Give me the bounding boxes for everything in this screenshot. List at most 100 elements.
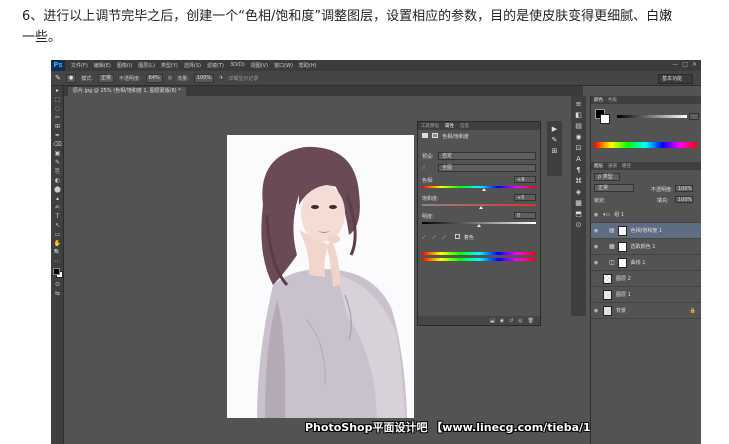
layer-row-hue-saturation[interactable]: ◉ ▤ 色相/饱和度 1 — [591, 223, 701, 239]
close-icon[interactable]: ✕ — [692, 61, 697, 68]
menu-type[interactable]: 类型(Y) — [161, 62, 178, 69]
blur-tool-icon[interactable]: ▴ — [51, 194, 64, 203]
document-canvas[interactable] — [227, 135, 414, 418]
tab-swatches[interactable]: 色板 — [608, 97, 617, 103]
menu-view[interactable]: 视图(V) — [251, 62, 268, 69]
eyedropper-tool-icon[interactable]: ✒ — [51, 131, 64, 140]
marquee-tool-icon[interactable]: ⬚ — [51, 95, 64, 104]
opacity-input[interactable]: 64% — [145, 73, 163, 83]
character-icon[interactable]: A — [576, 155, 581, 163]
adjustments-icon[interactable]: ◧ — [575, 111, 582, 119]
styles-icon[interactable]: ▤ — [575, 122, 582, 130]
layer-mask-thumbnail[interactable] — [617, 241, 627, 252]
colorize-checkbox[interactable] — [455, 234, 461, 239]
menu-3d[interactable]: 3D(D) — [230, 62, 245, 69]
brush-size-picker[interactable]: ● — [65, 73, 77, 83]
flow-input[interactable]: 100% — [193, 73, 215, 83]
eraser-tool-icon[interactable]: ◐ — [51, 176, 64, 185]
more-tools-icon[interactable]: ⋯ — [51, 257, 64, 266]
reset-icon[interactable]: ↺ — [509, 318, 513, 324]
eye-icon[interactable]: ◉ — [591, 228, 601, 234]
menu-layer[interactable]: 图层(L) — [138, 62, 155, 69]
shape-tool-icon[interactable]: ▭ — [51, 230, 64, 239]
background-color-swatch[interactable] — [600, 114, 610, 124]
lasso-tool-icon[interactable]: ◌ — [51, 104, 64, 113]
tab-info[interactable]: 信息 — [460, 123, 469, 129]
layer-opacity-input[interactable]: 100% — [675, 185, 693, 192]
healing-tool-icon[interactable]: ⌫ — [51, 140, 64, 149]
tab-tool-presets[interactable]: 工具预设 — [421, 123, 439, 129]
lightness-slider-knob[interactable] — [477, 224, 481, 227]
gradient-tool-icon[interactable]: ⬤ — [51, 185, 64, 194]
move-tool-icon[interactable]: ▸ — [51, 86, 64, 95]
pen-tool-icon[interactable]: ✍ — [51, 203, 64, 212]
eyedropper-icon[interactable]: ⟋ — [422, 235, 426, 241]
edit-icon[interactable]: ✎ — [552, 136, 558, 144]
layer-row-background[interactable]: ◉ 背景 🔒 — [591, 303, 701, 319]
color-value-input[interactable] — [689, 113, 699, 120]
brush-presets-icon[interactable]: ⌘ — [575, 177, 582, 185]
clone-source-icon[interactable]: ◈ — [576, 188, 581, 196]
eye-icon[interactable]: ◉ — [591, 260, 601, 266]
menu-image[interactable]: 图像(I) — [117, 62, 132, 69]
eye-icon[interactable]: ◉ — [591, 308, 601, 314]
saturation-slider-knob[interactable] — [479, 206, 483, 209]
airbrush-icon[interactable]: ✈ — [219, 75, 223, 81]
tab-properties[interactable]: 属性 — [445, 123, 454, 129]
tab-layers[interactable]: 图层 — [594, 163, 603, 169]
menu-file[interactable]: 文件(F) — [71, 62, 88, 69]
layer-mask-thumbnail[interactable] — [617, 225, 627, 236]
maximize-icon[interactable]: □ — [682, 61, 688, 68]
mask-icon[interactable] — [431, 133, 438, 138]
crop-tool-icon[interactable]: ⊞ — [51, 122, 64, 131]
channel-select[interactable]: 全图 — [438, 164, 536, 172]
layer-row-selective-color[interactable]: ◉ ▦ 选取颜色 1 — [591, 239, 701, 255]
screen-mode-icon[interactable]: ⇆ — [51, 289, 64, 298]
fill-input[interactable]: 100% — [675, 196, 693, 203]
info-icon[interactable]: ⊙ — [576, 221, 582, 229]
delete-icon[interactable]: 🗑 — [528, 318, 534, 324]
tab-paths[interactable]: 路径 — [622, 163, 631, 169]
layer-row-curves[interactable]: ◉ ◫ 曲线 1 — [591, 255, 701, 271]
menu-select[interactable]: 选择(S) — [184, 62, 201, 69]
clone-stamp-tool-icon[interactable]: ✎ — [51, 158, 64, 167]
hue-slider[interactable] — [422, 186, 536, 188]
lightness-input[interactable]: 0 — [514, 212, 536, 219]
smoothing-option[interactable]: 详细显示记录 — [228, 75, 258, 82]
visibility-icon[interactable]: ◎ — [518, 318, 522, 324]
clip-to-layer-icon[interactable]: ⬓ — [490, 318, 495, 324]
eye-icon[interactable]: ◉ — [591, 212, 601, 218]
quick-mask-icon[interactable]: ⊙ — [51, 280, 64, 289]
eye-icon[interactable]: □ — [591, 292, 601, 298]
layer-row-group[interactable]: ◉ ▾▭ 组 1 — [591, 207, 701, 223]
brush-tool-icon[interactable]: ✎ — [55, 74, 61, 82]
play-icon[interactable]: ▶ — [552, 125, 557, 133]
paragraph-icon[interactable]: ¶ — [576, 166, 580, 174]
navigator-icon[interactable]: ◉ — [575, 133, 581, 141]
eyedropper-minus-icon[interactable]: ⟋ — [442, 235, 446, 241]
workspace-select[interactable]: 基本功能 — [657, 74, 693, 84]
actions-icon[interactable]: ⊡ — [576, 144, 582, 152]
eyedropper-plus-icon[interactable]: ⟋ — [432, 235, 436, 241]
layer-row-layer-2[interactable]: □ 图层 2 — [591, 271, 701, 287]
blend-mode-select[interactable]: 正常 — [594, 184, 634, 192]
pressure-opacity-icon[interactable]: ◎ — [168, 75, 172, 81]
path-select-tool-icon[interactable]: ↖ — [51, 221, 64, 230]
quick-select-tool-icon[interactable]: ✂ — [51, 113, 64, 122]
layer-kind-filter[interactable]: ρ 类型 — [594, 173, 620, 181]
history-icon[interactable]: ≡ — [576, 100, 582, 108]
hue-input[interactable]: +9 — [514, 176, 536, 183]
swatches-icon[interactable]: ▦ — [575, 199, 582, 207]
document-tab[interactable]: 原片.jpg @ 25% (色相/饱和度 1, 图层蒙版/8) * — [68, 87, 186, 96]
menu-edit[interactable]: 编辑(E) — [94, 62, 111, 69]
hand-tool-icon[interactable]: ✋ — [51, 239, 64, 248]
eye-icon[interactable]: ◉ — [591, 244, 601, 250]
eye-icon[interactable]: □ — [591, 276, 601, 282]
menu-window[interactable]: 窗口(W) — [274, 62, 293, 69]
color-swatches-icon[interactable] — [51, 266, 64, 280]
minimize-icon[interactable]: — — [672, 61, 678, 68]
layer-row-layer-1[interactable]: □ 图层 1 — [591, 287, 701, 303]
brush-tool-icon-sidebar[interactable]: ▣ — [51, 149, 64, 158]
tab-channels[interactable]: 通道 — [608, 163, 617, 169]
preset-select[interactable]: 自定 — [438, 152, 536, 160]
